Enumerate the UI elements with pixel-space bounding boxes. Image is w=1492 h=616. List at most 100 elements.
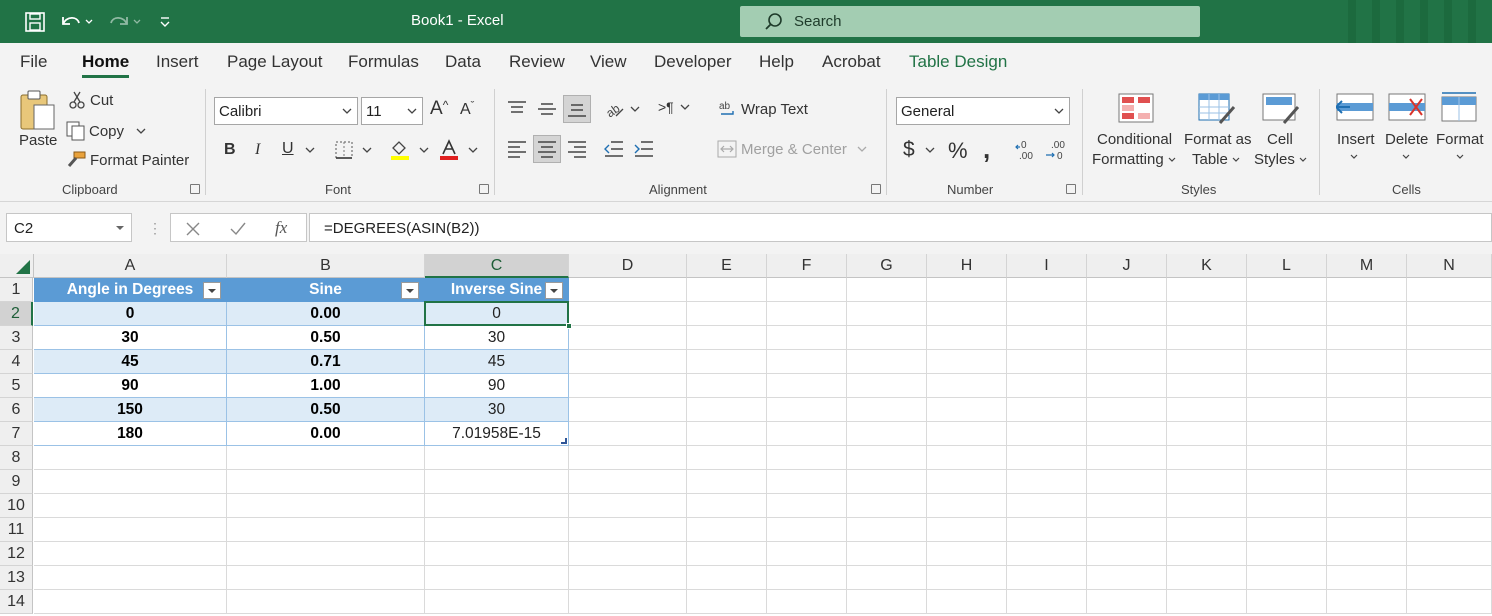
- row-header-8[interactable]: 8: [0, 446, 33, 470]
- cell-h12[interactable]: [927, 542, 1007, 566]
- column-header-i[interactable]: I: [1007, 254, 1087, 278]
- cell-m7[interactable]: [1327, 422, 1407, 446]
- cell-m13[interactable]: [1327, 566, 1407, 590]
- cell-l12[interactable]: [1247, 542, 1327, 566]
- cell-l10[interactable]: [1247, 494, 1327, 518]
- cell-d7[interactable]: [569, 422, 687, 446]
- cell-i1[interactable]: [1007, 278, 1087, 302]
- cell-b10[interactable]: [227, 494, 425, 518]
- cell-k2[interactable]: [1167, 302, 1247, 326]
- row-header-9[interactable]: 9: [0, 470, 33, 494]
- number-launcher-icon[interactable]: [1066, 184, 1076, 194]
- cell-e13[interactable]: [687, 566, 767, 590]
- cell-h5[interactable]: [927, 374, 1007, 398]
- column-header-g[interactable]: G: [847, 254, 927, 278]
- cell-a3[interactable]: 30: [34, 326, 227, 350]
- cell-h7[interactable]: [927, 422, 1007, 446]
- cell-b2[interactable]: 0.00: [227, 302, 425, 326]
- undo-icon[interactable]: [58, 10, 94, 34]
- cell-f13[interactable]: [767, 566, 847, 590]
- chevron-down-icon[interactable]: [1350, 153, 1358, 161]
- filter-dropdown-icon[interactable]: [545, 282, 563, 299]
- cell-l8[interactable]: [1247, 446, 1327, 470]
- cell-i9[interactable]: [1007, 470, 1087, 494]
- conditional-formatting-button[interactable]: Formatting: [1092, 151, 1176, 168]
- cell-m11[interactable]: [1327, 518, 1407, 542]
- cell-b4[interactable]: 0.71: [227, 350, 425, 374]
- cell-f8[interactable]: [767, 446, 847, 470]
- align-right-icon[interactable]: [566, 139, 588, 159]
- redo-icon[interactable]: [106, 10, 142, 34]
- cell-l2[interactable]: [1247, 302, 1327, 326]
- cell-h10[interactable]: [927, 494, 1007, 518]
- conditional-formatting-icon[interactable]: [1118, 93, 1154, 123]
- bottom-align-icon[interactable]: [563, 95, 591, 123]
- row-header-3[interactable]: 3: [0, 326, 33, 350]
- cell-f10[interactable]: [767, 494, 847, 518]
- paste-icon[interactable]: [18, 89, 58, 133]
- cell-m2[interactable]: [1327, 302, 1407, 326]
- cell-d3[interactable]: [569, 326, 687, 350]
- decrease-indent-icon[interactable]: [603, 139, 625, 159]
- cell-k12[interactable]: [1167, 542, 1247, 566]
- cell-n9[interactable]: [1407, 470, 1492, 494]
- cell-j4[interactable]: [1087, 350, 1167, 374]
- tab-insert[interactable]: Insert: [156, 52, 199, 72]
- format-cells-icon[interactable]: [1441, 91, 1479, 123]
- format-as-table-button[interactable]: Table: [1192, 151, 1240, 168]
- column-header-b[interactable]: B: [227, 254, 425, 278]
- currency-button[interactable]: $: [903, 138, 935, 162]
- cell-k8[interactable]: [1167, 446, 1247, 470]
- cancel-icon[interactable]: [185, 221, 201, 237]
- format-as-table-icon[interactable]: [1198, 93, 1236, 125]
- paste-button[interactable]: Paste: [19, 132, 57, 149]
- cell-h4[interactable]: [927, 350, 1007, 374]
- cell-g4[interactable]: [847, 350, 927, 374]
- cell-g11[interactable]: [847, 518, 927, 542]
- cell-n14[interactable]: [1407, 590, 1492, 614]
- italic-button[interactable]: I: [255, 141, 260, 159]
- cell-e7[interactable]: [687, 422, 767, 446]
- font-color-button[interactable]: [438, 139, 478, 161]
- cell-i7[interactable]: [1007, 422, 1087, 446]
- cell-d14[interactable]: [569, 590, 687, 614]
- cell-n4[interactable]: [1407, 350, 1492, 374]
- cell-i2[interactable]: [1007, 302, 1087, 326]
- cell-n6[interactable]: [1407, 398, 1492, 422]
- insert-function-icon[interactable]: fx: [275, 218, 287, 238]
- cell-b11[interactable]: [227, 518, 425, 542]
- cell-e2[interactable]: [687, 302, 767, 326]
- underline-button[interactable]: U: [282, 140, 294, 158]
- cell-d2[interactable]: [569, 302, 687, 326]
- cell-g6[interactable]: [847, 398, 927, 422]
- conditional-formatting-label-1[interactable]: Conditional: [1097, 131, 1172, 148]
- cell-i12[interactable]: [1007, 542, 1087, 566]
- spreadsheet-grid[interactable]: ABCDEFGHIJKLMN 1 2 3 4 5 6 7 8 9 10 11 12 13 14 Angle…: [0, 254, 1492, 616]
- cell-d11[interactable]: [569, 518, 687, 542]
- cell-c14[interactable]: [425, 590, 569, 614]
- cell-c9[interactable]: [425, 470, 569, 494]
- format-painter-button[interactable]: Format Painter: [66, 151, 189, 169]
- select-all-button[interactable]: [0, 254, 34, 278]
- cell-e6[interactable]: [687, 398, 767, 422]
- cell-c3[interactable]: 30: [425, 326, 569, 350]
- cell-c6[interactable]: 30: [425, 398, 569, 422]
- row-header-2[interactable]: 2: [0, 302, 33, 326]
- font-family-select[interactable]: Calibri: [214, 97, 358, 125]
- cell-c12[interactable]: [425, 542, 569, 566]
- cell-e1[interactable]: [687, 278, 767, 302]
- cell-e9[interactable]: [687, 470, 767, 494]
- cell-d4[interactable]: [569, 350, 687, 374]
- increase-decimal-icon[interactable]: 0.00: [1015, 138, 1039, 162]
- column-header-n[interactable]: N: [1407, 254, 1492, 278]
- cell-f3[interactable]: [767, 326, 847, 350]
- cell-h11[interactable]: [927, 518, 1007, 542]
- cell-m3[interactable]: [1327, 326, 1407, 350]
- cell-n5[interactable]: [1407, 374, 1492, 398]
- cell-n11[interactable]: [1407, 518, 1492, 542]
- cell-k4[interactable]: [1167, 350, 1247, 374]
- cell-d8[interactable]: [569, 446, 687, 470]
- cell-f7[interactable]: [767, 422, 847, 446]
- cell-a11[interactable]: [34, 518, 227, 542]
- cell-g7[interactable]: [847, 422, 927, 446]
